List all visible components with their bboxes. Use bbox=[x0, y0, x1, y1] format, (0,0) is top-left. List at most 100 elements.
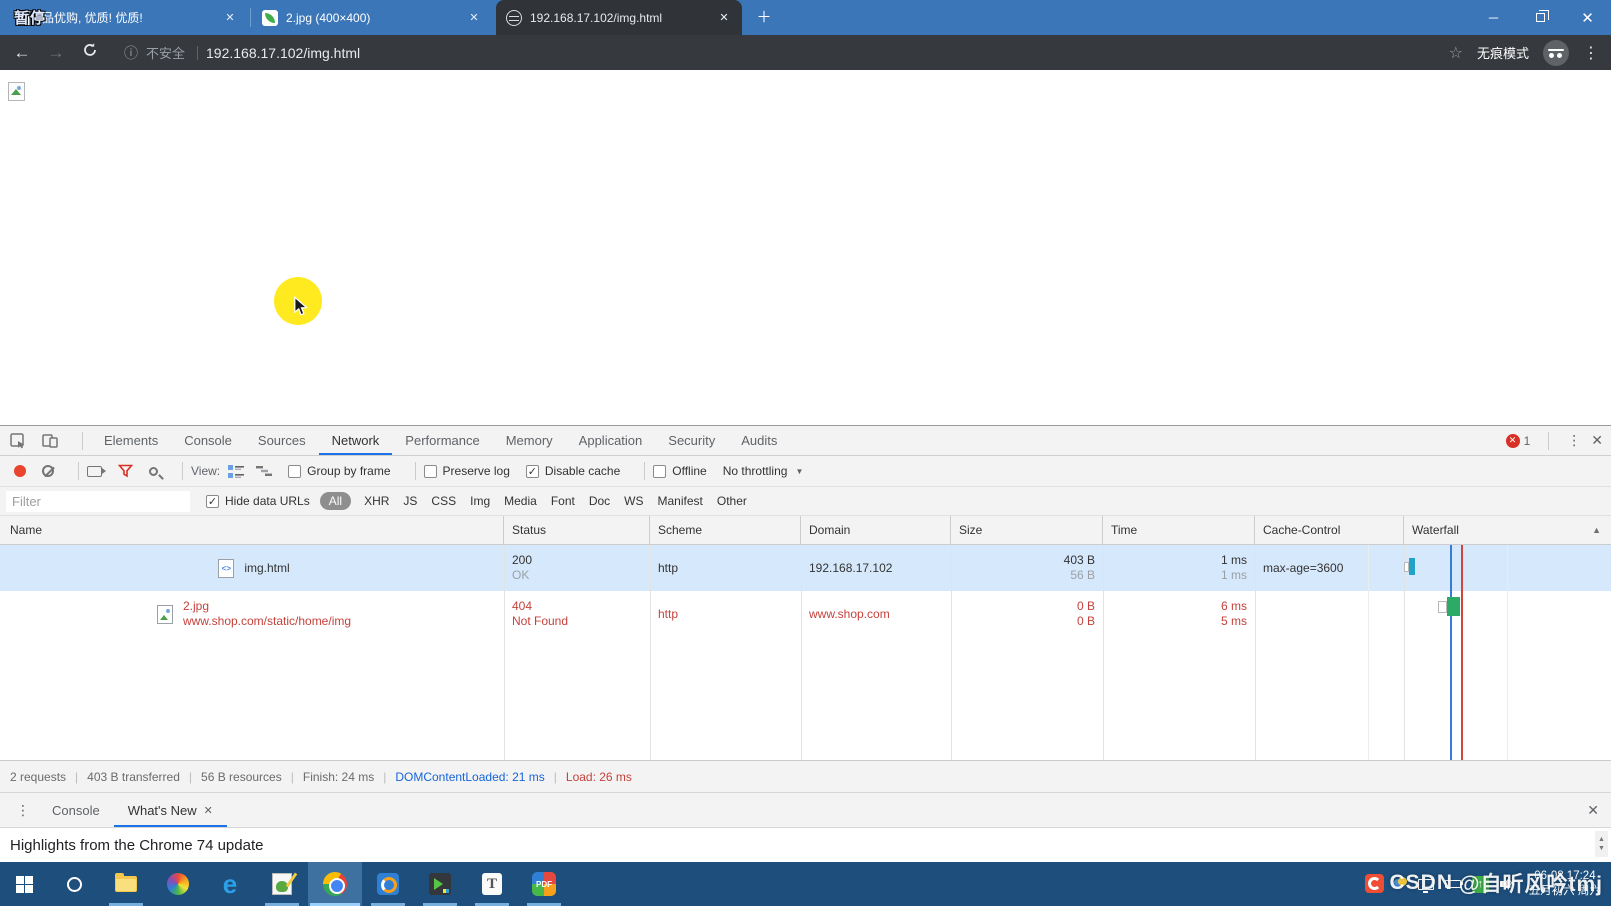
offline-checkbox[interactable] bbox=[653, 465, 666, 478]
address-url[interactable]: 192.168.17.102/img.html bbox=[206, 45, 360, 61]
column-header-status[interactable]: Status bbox=[504, 516, 650, 544]
show-overview-button[interactable] bbox=[256, 465, 272, 477]
capture-screenshots-button[interactable] bbox=[87, 466, 102, 477]
filter-type-img[interactable]: Img bbox=[463, 494, 497, 508]
devtools-tab-console[interactable]: Console bbox=[171, 426, 245, 455]
clear-network-log-button[interactable] bbox=[42, 465, 54, 477]
column-divider[interactable] bbox=[504, 545, 505, 760]
column-divider[interactable] bbox=[1103, 545, 1104, 760]
column-header-domain[interactable]: Domain bbox=[801, 516, 951, 544]
filter-type-xhr[interactable]: XHR bbox=[357, 494, 396, 508]
column-divider[interactable] bbox=[1404, 545, 1405, 760]
drawer-close-icon[interactable]: ✕ bbox=[1587, 802, 1599, 819]
filter-type-doc[interactable]: Doc bbox=[582, 494, 617, 508]
reload-button[interactable] bbox=[78, 42, 102, 63]
tray-app-icon[interactable] bbox=[1393, 877, 1407, 891]
column-header-time[interactable]: Time bbox=[1103, 516, 1255, 544]
search-network-button[interactable] bbox=[149, 467, 158, 476]
column-divider[interactable] bbox=[951, 545, 952, 760]
filter-type-media[interactable]: Media bbox=[497, 494, 544, 508]
drawer-tab-console[interactable]: Console bbox=[38, 793, 114, 827]
minimize-button[interactable]: ─ bbox=[1470, 0, 1517, 35]
incognito-avatar[interactable] bbox=[1543, 40, 1569, 66]
filter-type-manifest[interactable]: Manifest bbox=[651, 494, 710, 508]
devtools-tab-network[interactable]: Network bbox=[319, 426, 393, 455]
throttling-select[interactable]: No throttling ▼ bbox=[723, 464, 804, 478]
tab-close-icon[interactable]: ✕ bbox=[222, 10, 238, 26]
column-header-waterfall[interactable]: Waterfall ▲ bbox=[1404, 516, 1611, 544]
devtools-tab-memory[interactable]: Memory bbox=[493, 426, 566, 455]
taskbar-pdf-reader[interactable]: PDF bbox=[520, 862, 568, 906]
tab-close-icon[interactable]: ✕ bbox=[466, 10, 482, 26]
new-tab-button[interactable]: ＋ bbox=[752, 6, 776, 30]
taskbar-file-explorer[interactable] bbox=[102, 862, 150, 906]
column-header-scheme[interactable]: Scheme bbox=[650, 516, 801, 544]
devtools-tab-performance[interactable]: Performance bbox=[392, 426, 492, 455]
column-divider[interactable] bbox=[650, 545, 651, 760]
column-header-size[interactable]: Size bbox=[951, 516, 1103, 544]
tray-expand-icon[interactable]: ∧ bbox=[1374, 878, 1382, 891]
taskbar-chrome-active[interactable] bbox=[308, 862, 362, 906]
battery-icon[interactable] bbox=[1445, 880, 1461, 888]
back-button[interactable]: ← bbox=[10, 43, 34, 63]
taskbar-media-app[interactable] bbox=[154, 862, 202, 906]
devtools-tab-sources[interactable]: Sources bbox=[245, 426, 319, 455]
preserve-log-checkbox[interactable] bbox=[424, 465, 437, 478]
info-icon[interactable]: ⓘ bbox=[124, 43, 138, 63]
filter-type-ws[interactable]: WS bbox=[617, 494, 650, 508]
console-error-badge[interactable]: ✕ 1 bbox=[1506, 434, 1531, 448]
devtools-tab-elements[interactable]: Elements bbox=[91, 426, 171, 455]
network-status-icon[interactable] bbox=[1418, 879, 1434, 890]
network-filter-input[interactable] bbox=[6, 491, 190, 512]
browser-tab-2[interactable]: 2.jpg (400×400) ✕ bbox=[252, 0, 492, 35]
volume-muted-icon[interactable]: ✕ bbox=[1500, 877, 1518, 891]
inspect-element-icon[interactable] bbox=[10, 433, 26, 449]
waterfall-bar-2-jpg[interactable] bbox=[1447, 597, 1460, 616]
column-header-name[interactable]: Name bbox=[0, 516, 504, 544]
column-header-cache-control[interactable]: Cache-Control bbox=[1255, 516, 1404, 544]
record-network-log-button[interactable] bbox=[14, 465, 26, 477]
start-button[interactable] bbox=[0, 862, 48, 906]
tab-close-icon[interactable]: ✕ bbox=[716, 10, 732, 26]
filter-type-css[interactable]: CSS bbox=[424, 494, 463, 508]
address-bar[interactable]: ⓘ 不安全 192.168.17.102/img.html bbox=[120, 43, 360, 63]
filter-type-font[interactable]: Font bbox=[544, 494, 582, 508]
scroll-down-icon[interactable]: ▼ bbox=[1598, 844, 1605, 853]
waterfall-bar-img-html[interactable] bbox=[1409, 558, 1415, 575]
restore-button[interactable] bbox=[1517, 0, 1564, 35]
hide-data-urls-checkbox[interactable]: ✓ bbox=[206, 495, 219, 508]
filter-type-all[interactable]: All bbox=[320, 492, 351, 510]
use-large-rows-button[interactable] bbox=[228, 465, 244, 478]
forward-button[interactable]: → bbox=[44, 43, 68, 63]
close-window-button[interactable]: ✕ bbox=[1564, 0, 1611, 35]
devtools-close-icon[interactable]: ✕ bbox=[1591, 432, 1603, 449]
drawer-tab-close-icon[interactable]: ✕ bbox=[204, 804, 213, 817]
taskbar-clock[interactable]: 06-08 17:24 五月初六 周六 bbox=[1529, 869, 1601, 899]
taskbar-xshell[interactable] bbox=[416, 862, 464, 906]
network-row-img-html[interactable]: <> img.html 200 OK http 192.168.17.102 4… bbox=[0, 545, 1611, 591]
devtools-tab-application[interactable]: Application bbox=[566, 426, 656, 455]
column-divider[interactable] bbox=[1255, 545, 1256, 760]
drawer-scrollbar[interactable]: ▲ ▼ bbox=[1595, 831, 1608, 857]
updater-icon[interactable]: ↑ bbox=[1472, 876, 1489, 893]
taskbar-editplus[interactable] bbox=[258, 862, 306, 906]
drawer-tab-whats-new[interactable]: What's New ✕ bbox=[114, 793, 227, 827]
filter-type-other[interactable]: Other bbox=[710, 494, 754, 508]
column-divider[interactable] bbox=[801, 545, 802, 760]
filter-toggle-button[interactable] bbox=[118, 464, 133, 478]
device-toolbar-icon[interactable] bbox=[42, 433, 58, 449]
cortana-button[interactable] bbox=[50, 862, 98, 906]
taskbar-vmware[interactable] bbox=[364, 862, 412, 906]
taskbar-typora[interactable]: T bbox=[468, 862, 516, 906]
devtools-menu-icon[interactable]: ⋮ bbox=[1567, 432, 1581, 449]
devtools-tab-security[interactable]: Security bbox=[655, 426, 728, 455]
devtools-tab-audits[interactable]: Audits bbox=[728, 426, 790, 455]
filter-type-js[interactable]: JS bbox=[396, 494, 424, 508]
browser-tab-3-active[interactable]: 192.168.17.102/img.html ✕ bbox=[496, 0, 742, 35]
browser-menu-icon[interactable]: ⋮ bbox=[1583, 43, 1599, 63]
bookmark-star-icon[interactable]: ☆ bbox=[1449, 43, 1463, 63]
taskbar-edge[interactable]: e bbox=[206, 862, 254, 906]
scroll-up-icon[interactable]: ▲ bbox=[1598, 835, 1605, 844]
disable-cache-checkbox[interactable]: ✓ bbox=[526, 465, 539, 478]
group-by-frame-checkbox[interactable] bbox=[288, 465, 301, 478]
